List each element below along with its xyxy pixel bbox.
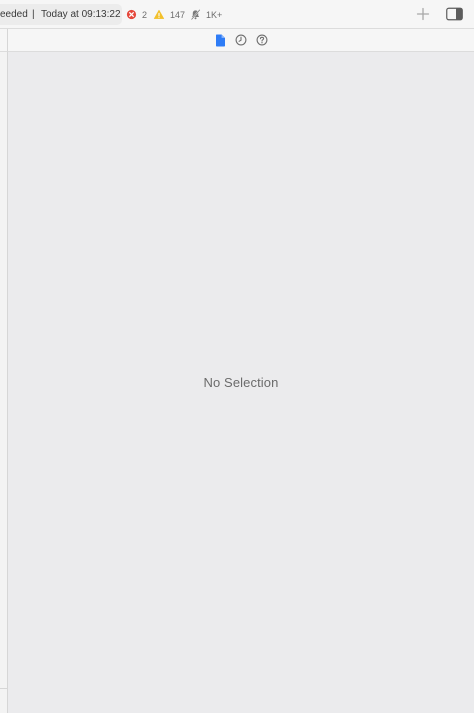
notification-count[interactable]: 1K+ [206, 9, 222, 21]
inspector-content: No Selection [8, 52, 474, 713]
error-count[interactable]: 2 [142, 9, 147, 21]
build-timestamp: Today at 09:13:22 [41, 9, 121, 20]
warning-count[interactable]: 147 [170, 9, 185, 21]
navigator-edge [0, 29, 8, 713]
clock-history-icon[interactable] [235, 34, 247, 46]
plus-icon[interactable] [416, 7, 430, 21]
inspector-tab-bar [8, 29, 474, 52]
no-selection-label: No Selection [203, 375, 279, 390]
sidebar-toggle-icon[interactable] [446, 7, 463, 21]
warning-triangle-icon[interactable] [153, 8, 165, 22]
status-separator: | [32, 9, 35, 20]
help-circle-icon[interactable] [256, 34, 268, 46]
navigator-edge-header [0, 29, 8, 52]
error-circle-icon[interactable] [126, 8, 137, 22]
navigator-edge-divider [0, 688, 8, 689]
build-status-text: eeded [0, 9, 28, 20]
bell-icon[interactable] [190, 8, 201, 22]
window-toolbar: eeded | Today at 09:13:22 2 147 1K+ [0, 0, 474, 29]
file-icon[interactable] [215, 34, 226, 47]
